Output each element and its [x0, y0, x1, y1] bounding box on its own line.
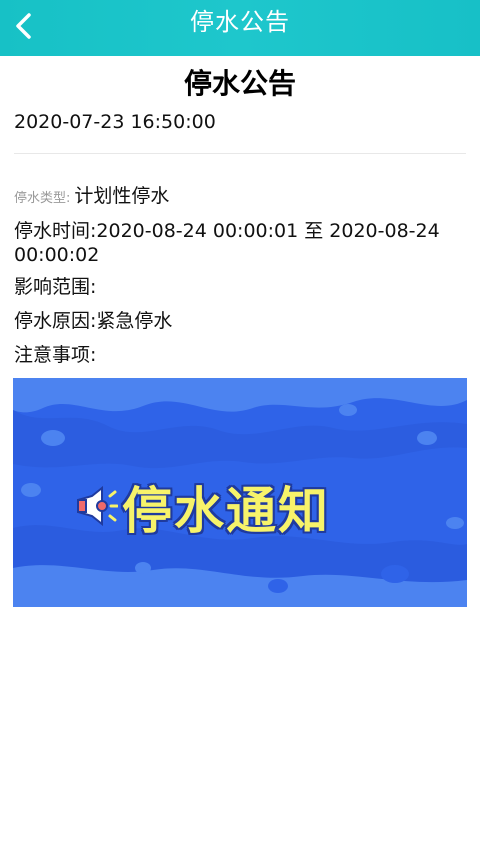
banner-title: 停水通知 — [122, 482, 330, 540]
outage-time-row: 停水时间:2020-08-24 00:00:01 至 2020-08-24 00… — [14, 219, 450, 267]
divider — [14, 153, 466, 154]
outage-type-label: 停水类型: — [14, 191, 71, 206]
article-title: 停水公告 — [183, 67, 296, 100]
impact-scope-row: 影响范围: — [14, 275, 450, 299]
outage-type-row: 停水类型: 计划性停水 — [14, 184, 450, 211]
megaphone-icon — [77, 486, 118, 526]
notes-label: 注意事项: — [14, 344, 97, 366]
top-app-bar: 停水公告 — [0, 0, 480, 56]
header-title: 停水公告 — [190, 8, 290, 36]
outage-time-label: 停水时间: — [14, 220, 97, 242]
publish-time: 2020-07-23 16:50:00 — [14, 111, 216, 133]
outage-reason-row: 停水原因:紧急停水 — [14, 309, 450, 333]
notes-row: 注意事项: — [14, 343, 450, 367]
outage-reason-value: 紧急停水 — [96, 310, 173, 332]
impact-scope-label: 影响范围: — [14, 276, 97, 298]
outage-reason-label: 停水原因: — [14, 310, 97, 332]
outage-type-value: 计划性停水 — [74, 185, 170, 207]
